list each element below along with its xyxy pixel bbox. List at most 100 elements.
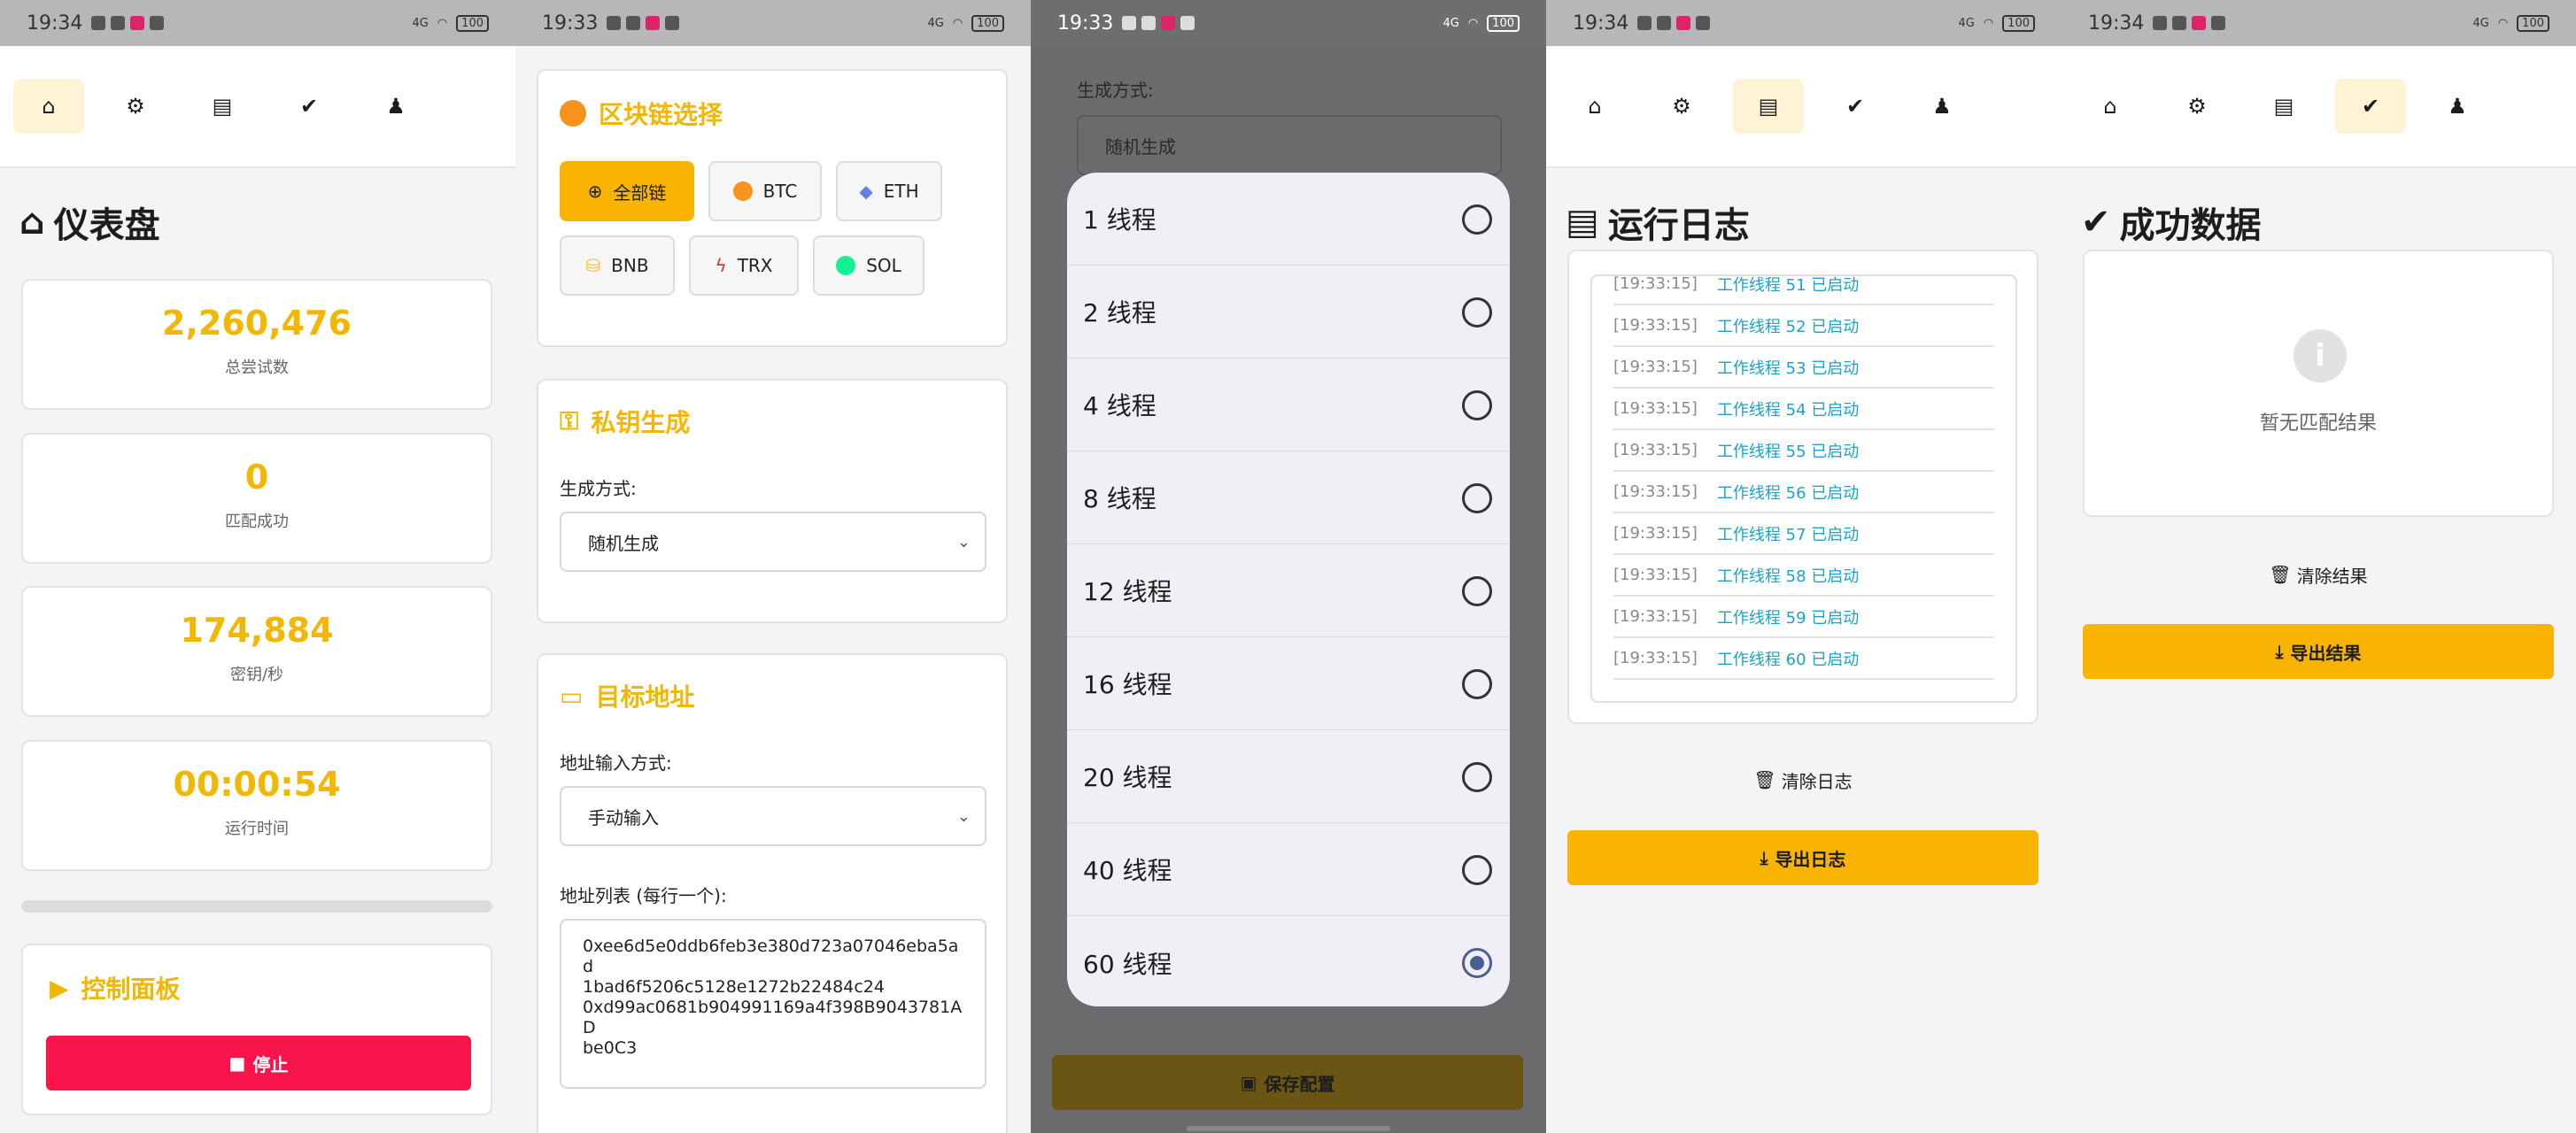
nav-results-button[interactable]: ✔	[1820, 79, 1891, 134]
wallet-icon: ▭	[560, 681, 584, 711]
thread-option-2[interactable]: 2 线程	[1067, 266, 1510, 358]
address-input-method-select[interactable]: 手动输入 ⌄	[560, 786, 986, 846]
thread-option-20[interactable]: 20 线程	[1067, 730, 1510, 823]
nav-settings-button[interactable]: ⚙	[1646, 79, 1717, 134]
nav-users-button[interactable]: ♟	[1907, 79, 1977, 134]
users-icon: ♟	[1932, 94, 1952, 119]
chain-trx-button[interactable]: ϟ TRX	[689, 235, 799, 296]
thread-count-dialog: 1 线程 2 线程 4 线程 8 线程 12 线程 16 线程 20 线程 40…	[1067, 173, 1510, 1006]
chain-eth-button[interactable]: ◆ ETH	[836, 161, 942, 221]
chat-icon	[1637, 16, 1652, 30]
page-title: ▤ 运行日志	[1566, 202, 1750, 246]
download-icon: ⤓	[1760, 847, 1768, 868]
log-entry: [19:33:15] 工作线程 53 已启动	[1613, 347, 1994, 389]
home-icon: ⌂	[42, 94, 56, 119]
stat-value: 2,260,476	[162, 304, 352, 343]
chat-icon	[607, 16, 622, 30]
top-nav: ⌂ ⚙ ▤ ✔ ♟	[2062, 46, 2576, 168]
app-icon	[130, 16, 145, 30]
control-panel-card: ▶ 控制面板 ■ 停止	[21, 944, 492, 1115]
field-label: 地址列表 (每行一个):	[560, 885, 727, 906]
bolt-icon: ϟ	[715, 255, 727, 276]
tiktok-icon	[150, 16, 165, 30]
coins-icon: ⛁	[585, 255, 601, 276]
thread-option-1[interactable]: 1 线程	[1067, 173, 1510, 266]
clear-logs-button[interactable]: 🗑 清除日志	[1567, 765, 2038, 795]
radio-button[interactable]	[1462, 762, 1492, 792]
export-logs-button[interactable]: ⤓ 导出日志	[1567, 830, 2038, 885]
clipboard-icon: ▤	[1758, 94, 1779, 119]
chain-all-button[interactable]: ⊕ 全部链	[560, 161, 694, 221]
nav-home-button[interactable]: ⌂	[13, 79, 84, 134]
status-time: 19:34	[2088, 12, 2145, 35]
logs-screen: 19:34 4G ◠ 100 ⌂ ⚙ ▤ ✔ ♟ ▤ 运行日志 [19:33:1…	[1546, 0, 2062, 1133]
log-entry: [19:33:15] 工作线程 56 已启动	[1613, 472, 1994, 513]
radio-button[interactable]	[1462, 390, 1492, 420]
radio-button[interactable]	[1462, 483, 1492, 513]
check-circle-icon: ✔	[2081, 202, 2111, 243]
nav-logs-button[interactable]: ▤	[187, 79, 258, 134]
wifi-icon: ◠	[952, 16, 963, 30]
chain-select-card: 区块链选择 ⊕ 全部链 BTC ◆ ETH ⛁ BNB ϟ TRX SOL	[537, 69, 1008, 347]
nav-users-button[interactable]: ♟	[360, 79, 431, 134]
clear-results-button[interactable]: 🗑 清除结果	[2083, 559, 2554, 590]
status-bar: 19:34 4G ◠ 100	[1546, 0, 2062, 46]
nav-users-button[interactable]: ♟	[2422, 79, 2493, 134]
thread-option-16[interactable]: 16 线程	[1067, 637, 1510, 730]
nav-home-button[interactable]: ⌂	[1559, 79, 1630, 134]
radio-button[interactable]	[1462, 576, 1492, 606]
nav-logs-button[interactable]: ▤	[2248, 79, 2319, 134]
nav-home-button[interactable]: ⌂	[2075, 79, 2146, 134]
info-icon: i	[2294, 329, 2347, 382]
wifi-icon: ◠	[2497, 16, 2509, 30]
thread-option-40[interactable]: 40 线程	[1067, 823, 1510, 916]
nav-results-button[interactable]: ✔	[274, 79, 344, 134]
battery-icon: 100	[456, 14, 489, 32]
chat-icon	[91, 16, 106, 30]
logs-card: [19:33:15] 工作线程 51 已启动 [19:33:15] 工作线程 52 …	[1567, 250, 2038, 724]
generation-method-select[interactable]: 随机生成 ⌄	[560, 512, 986, 572]
chain-btc-button[interactable]: BTC	[708, 161, 822, 221]
thread-option-12[interactable]: 12 线程	[1067, 544, 1510, 637]
log-entry: [19:33:15] 工作线程 55 已启动	[1613, 430, 1994, 472]
alert-icon	[111, 16, 126, 30]
export-results-button[interactable]: ⤓ 导出结果	[2083, 624, 2554, 679]
radio-button-selected[interactable]	[1462, 948, 1492, 978]
nav-logs-button[interactable]: ▤	[1733, 79, 1804, 134]
nav-settings-button[interactable]: ⚙	[2162, 79, 2232, 134]
check-circle-icon: ✔	[2361, 94, 2380, 119]
address-list-textarea[interactable]: 0xee6d5e0ddb6feb3e380d723a07046eba5ad 1b…	[560, 919, 986, 1089]
chain-bnb-button[interactable]: ⛁ BNB	[560, 235, 675, 296]
top-nav: ⌂ ⚙ ▤ ✔ ♟	[0, 46, 515, 168]
background-select: 随机生成	[1077, 115, 1502, 175]
radio-button[interactable]	[1462, 297, 1492, 328]
battery-icon: 100	[2517, 14, 2549, 32]
log-entry: [19:33:15] 工作线程 59 已启动	[1613, 597, 1994, 638]
page-title: ✔ 成功数据	[2081, 202, 2262, 246]
home-icon: ⌂	[19, 202, 45, 243]
nav-results-button[interactable]: ✔	[2335, 79, 2406, 134]
radio-button[interactable]	[1462, 855, 1492, 885]
ethereum-icon: ◆	[859, 181, 873, 202]
home-indicator	[1187, 1126, 1390, 1131]
stat-label: 总尝试数	[225, 358, 289, 377]
alert-icon	[626, 16, 641, 30]
radio-button[interactable]	[1462, 204, 1492, 235]
stat-card-runtime: 00:00:54 运行时间	[21, 740, 492, 871]
nav-settings-button[interactable]: ⚙	[100, 79, 171, 134]
thread-option-4[interactable]: 4 线程	[1067, 358, 1510, 451]
bitcoin-icon	[732, 181, 753, 201]
log-list[interactable]: [19:33:15] 工作线程 51 已启动 [19:33:15] 工作线程 52 …	[1590, 274, 2017, 703]
chain-sol-button[interactable]: SOL	[813, 235, 924, 296]
clipboard-icon: ▤	[1566, 202, 1599, 243]
circle-icon	[836, 256, 856, 275]
thread-option-60[interactable]: 60 线程	[1067, 916, 1510, 1006]
tiktok-icon	[665, 16, 680, 30]
radio-button[interactable]	[1462, 669, 1492, 699]
stop-button[interactable]: ■ 停止	[46, 1036, 471, 1091]
battery-icon: 100	[971, 14, 1004, 32]
wifi-icon: ◠	[1983, 16, 1994, 30]
bitcoin-icon	[560, 100, 586, 127]
log-entry: [19:33:15] 工作线程 57 已启动	[1613, 513, 1994, 555]
thread-option-8[interactable]: 8 线程	[1067, 451, 1510, 544]
